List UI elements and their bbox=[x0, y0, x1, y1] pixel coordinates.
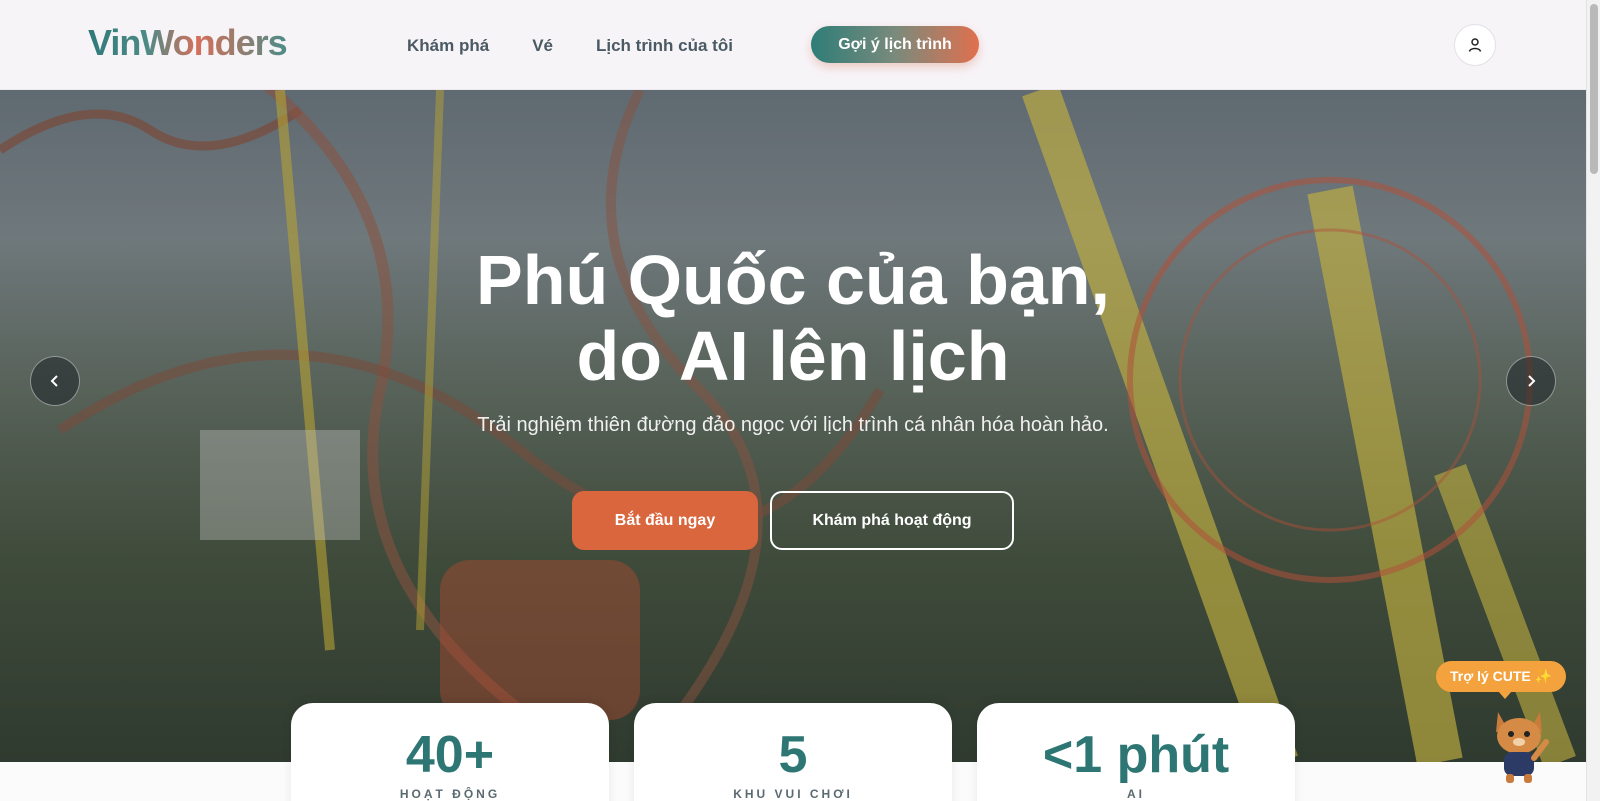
nav-link-tickets[interactable]: Vé bbox=[532, 36, 553, 56]
stat-label: HOẠT ĐỘNG bbox=[399, 787, 501, 801]
hero-title-line-1: Phú Quốc của bạn, bbox=[476, 241, 1110, 319]
stat-value: 40+ bbox=[405, 726, 495, 784]
top-navigation-bar: VinWonders Khám phá Vé Lịch trình của tô… bbox=[0, 0, 1586, 90]
scrollbar-thumb[interactable] bbox=[1590, 4, 1598, 174]
hero-banner: Phú Quốc của bạn, do AI lên lịch Trải ng… bbox=[0, 90, 1586, 762]
stat-value: <1 phút bbox=[1042, 726, 1230, 784]
suggest-itinerary-button[interactable]: Gợi ý lịch trình bbox=[811, 26, 979, 63]
start-now-button[interactable]: Bắt đầu ngay bbox=[572, 491, 758, 550]
assistant-badge[interactable]: Trợ lý CUTE ✨ bbox=[1436, 661, 1567, 699]
carousel-prev-button[interactable] bbox=[30, 356, 80, 406]
stat-card-speed: <1 phút AI bbox=[977, 703, 1295, 801]
cat-mascot-icon[interactable] bbox=[1484, 704, 1554, 784]
stat-card-parks: 5 KHU VUI CHƠI bbox=[634, 703, 952, 801]
nav-link-my-itinerary[interactable]: Lịch trình của tôi bbox=[596, 36, 733, 56]
nav-link-explore[interactable]: Khám phá bbox=[407, 36, 489, 56]
main-nav: Khám phá Vé Lịch trình của tôi bbox=[407, 36, 776, 56]
chevron-left-icon bbox=[50, 375, 58, 387]
chevron-right-icon bbox=[1528, 375, 1536, 387]
hero-subtitle: Trải nghiệm thiên đường đảo ngọc với lịc… bbox=[477, 414, 1109, 436]
user-account-button[interactable] bbox=[1454, 24, 1496, 66]
user-icon bbox=[1468, 38, 1482, 52]
stat-value: 5 bbox=[778, 726, 808, 784]
carousel-next-button[interactable] bbox=[1506, 356, 1556, 406]
stat-label: AI bbox=[1127, 787, 1145, 801]
explore-activities-button[interactable]: Khám phá hoạt động bbox=[770, 491, 1014, 550]
vinwonders-logo[interactable]: VinWonders bbox=[88, 22, 288, 64]
page-scrollbar[interactable] bbox=[1586, 0, 1600, 801]
hero-title-line-2: do AI lên lịch bbox=[576, 317, 1010, 395]
stat-card-activities: 40+ HOẠT ĐỘNG bbox=[291, 703, 609, 801]
hero-title: Phú Quốc của bạn, do AI lên lịch bbox=[0, 242, 1586, 394]
stat-label: KHU VUI CHƠI bbox=[733, 787, 853, 801]
